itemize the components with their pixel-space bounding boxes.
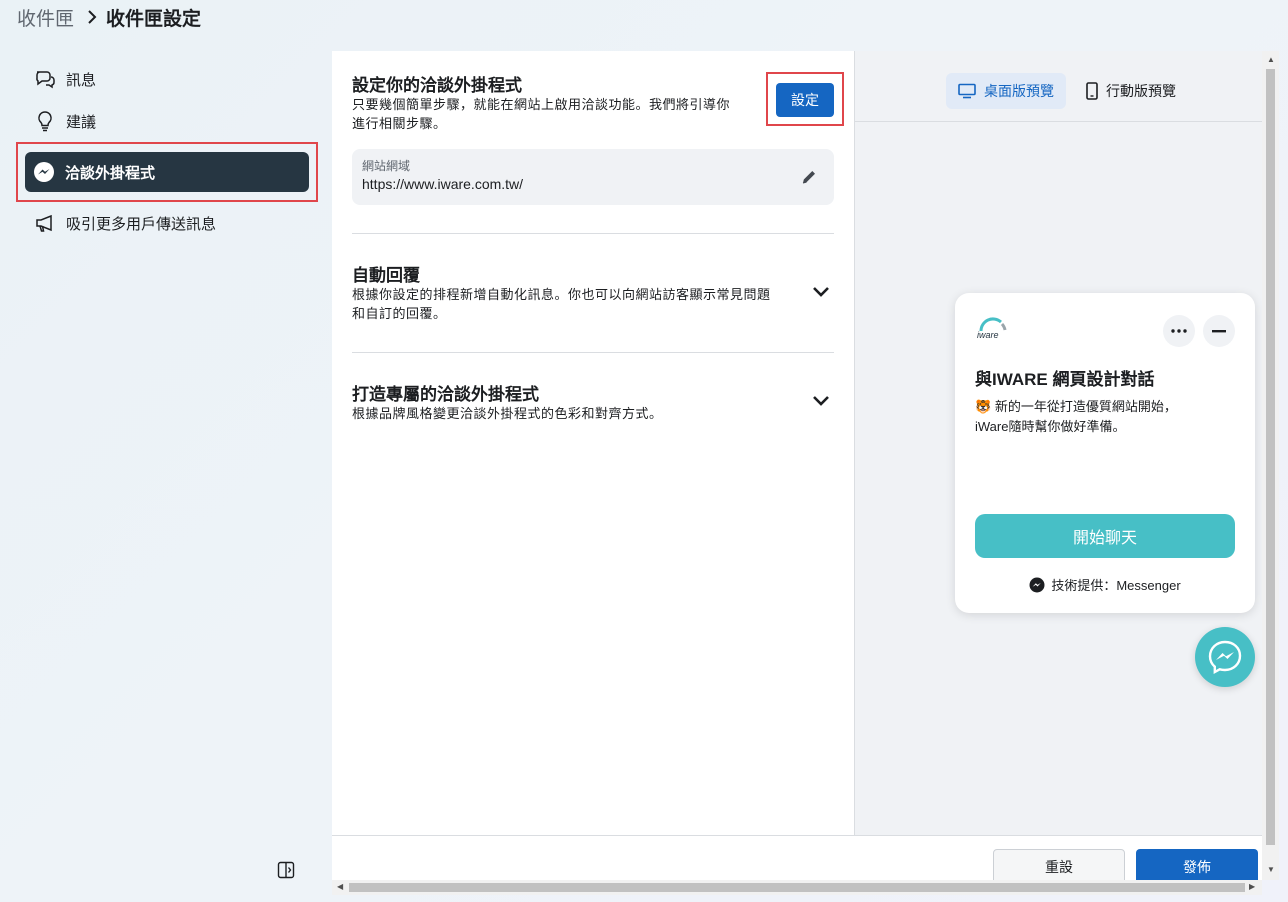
tab-mobile-preview[interactable]: 行動版預覽 [1074,73,1188,109]
start-chat-button[interactable]: 開始聊天 [975,514,1235,558]
setup-description: 只要幾個簡單步驟，就能在網站上啟用洽談功能。我們將引導你 進行相關步驟。 [352,95,730,133]
auto-reply-desc-line2: 和自訂的回覆。 [352,306,447,321]
sidebar-item-attract-users[interactable]: 吸引更多用戶傳送訊息 [16,202,318,244]
chat-greeting-text: 新的一年從打造優質網站開始， [994,399,1177,414]
tiger-emoji-icon: 🐯 [975,399,992,414]
vertical-scrollbar[interactable]: ▲ ▼ [1262,51,1279,880]
powered-by: 技術提供：Messenger [955,575,1255,594]
pencil-icon[interactable] [798,166,820,188]
chat-title: 與IWARE 網頁設計對話 [975,370,1155,389]
setup-button-highlight: 設定 [766,72,844,126]
messenger-icon [1208,640,1242,675]
settings-panel: 設定你的洽談外掛程式 只要幾個簡單步驟，就能在網站上啟用洽談功能。我們將引導你 … [332,51,854,835]
messenger-icon [1029,577,1045,593]
setup-title: 設定你的洽談外掛程式 [352,76,522,95]
sidebar: 訊息 建議 洽談外掛程式 吸引更多用戶傳送訊息 [16,58,318,244]
scroll-right-icon[interactable]: ▶ [1249,882,1255,891]
sidebar-item-messages[interactable]: 訊息 [16,58,318,100]
messenger-icon [33,161,55,183]
sidebar-item-label: 建議 [66,113,97,131]
divider [855,121,1263,122]
chevron-right-icon [86,9,98,25]
scrollbar-thumb[interactable] [1266,69,1275,845]
chat-greeting: 🐯 新的一年從打造優質網站開始， iWare隨時幫你做好準備。 [975,397,1235,437]
auto-reply-desc-line1: 根據你設定的排程新增自動化訊息。你也可以向網站訪客顯示常見問題 [352,287,771,302]
domain-value: https://www.iware.com.tw/ [362,176,524,192]
chat-widget-preview: iware 與IWARE 網頁設計對話 🐯 新的一年從打造優質網站開始， iWa… [955,293,1255,613]
divider [352,352,834,353]
megaphone-icon [34,212,56,234]
scroll-left-icon[interactable]: ◀ [337,882,343,891]
scrollbar-thumb[interactable] [349,883,1245,892]
preview-pane: 桌面版預覽 行動版預覽 iware 與IWARE 網頁設計對話 🐯 新的一年從打… [854,51,1263,835]
tab-label: 行動版預覽 [1106,83,1176,99]
messenger-chat-launcher[interactable] [1195,627,1255,687]
lightbulb-icon [34,110,56,132]
customize-description: 根據品牌風格變更洽談外掛程式的色彩和對齊方式。 [352,406,663,421]
auto-reply-description: 根據你設定的排程新增自動化訊息。你也可以向網站訪客顯示常見問題 和自訂的回覆。 [352,285,771,323]
customize-title[interactable]: 打造專屬的洽談外掛程式 [352,380,539,405]
svg-text:iware: iware [977,330,999,340]
scroll-down-icon[interactable]: ▼ [1267,865,1275,874]
collapse-sidebar-icon[interactable] [276,860,296,880]
tab-desktop-preview[interactable]: 桌面版預覽 [946,73,1066,109]
tab-label: 桌面版預覽 [984,83,1054,99]
minimize-icon[interactable] [1203,315,1235,347]
divider [352,233,834,234]
website-domain-field: 網站網域 https://www.iware.com.tw/ [352,149,834,205]
footer-bar: 重設 發佈 [332,835,1262,885]
chevron-down-icon[interactable] [810,390,832,412]
desktop-icon [958,83,976,99]
mobile-phone-icon [1086,82,1098,100]
scroll-up-icon[interactable]: ▲ [1267,55,1275,64]
breadcrumb-inbox-link[interactable]: 收件匣 [17,4,74,31]
page-title: 收件匣設定 [106,8,202,30]
sidebar-item-label: 洽談外掛程式 [65,164,156,182]
powered-by-text: 技術提供：Messenger [1051,578,1181,593]
sidebar-item-label: 訊息 [66,71,97,89]
chat-bubbles-icon [34,68,56,90]
sidebar-active-indicator[interactable]: 洽談外掛程式 [25,152,309,192]
iware-logo: iware [975,315,1011,345]
more-options-icon[interactable] [1163,315,1195,347]
setup-desc-line2: 進行相關步驟。 [352,116,447,131]
horizontal-scrollbar[interactable]: ◀ ▶ [332,880,1262,895]
chat-greeting-line1: 🐯 新的一年從打造優質網站開始， [975,397,1235,417]
setup-desc-line1: 只要幾個簡單步驟，就能在網站上啟用洽談功能。我們將引導你 [352,97,731,112]
sidebar-item-chat-plugin[interactable]: 洽談外掛程式 [16,142,318,202]
domain-label: 網站網域 [362,159,411,173]
breadcrumb: 收件匣 收件匣設定 [17,4,201,30]
chevron-down-icon[interactable] [810,281,832,303]
auto-reply-title[interactable]: 自動回覆 [352,261,420,286]
setup-button[interactable]: 設定 [776,83,834,117]
sidebar-item-suggestions[interactable]: 建議 [16,100,318,142]
sidebar-item-label: 吸引更多用戶傳送訊息 [66,215,217,233]
chat-greeting-line2: iWare隨時幫你做好準備。 [975,419,1126,434]
